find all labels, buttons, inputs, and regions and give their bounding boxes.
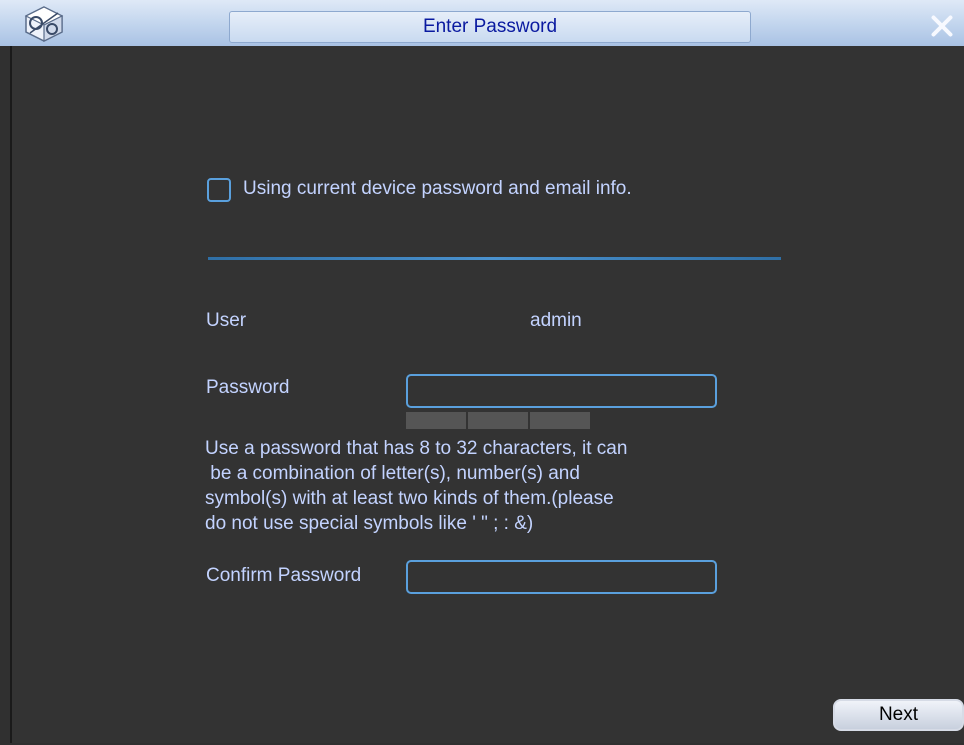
enter-password-window: Enter Password Using current device pass… <box>0 0 964 745</box>
password-help-text: Use a password that has 8 to 32 characte… <box>205 438 628 534</box>
use-current-password-checkbox[interactable] <box>207 178 231 202</box>
password-input[interactable] <box>406 374 717 408</box>
title-bar: Enter Password <box>0 0 964 46</box>
confirm-password-input[interactable] <box>406 560 717 594</box>
strength-bar-strong <box>530 412 590 429</box>
window-title: Enter Password <box>422 16 558 37</box>
section-divider <box>208 257 781 260</box>
password-label: Password <box>206 377 290 398</box>
user-value: admin <box>530 310 582 331</box>
next-button[interactable]: Next <box>833 699 964 731</box>
confirm-password-label: Confirm Password <box>206 565 362 586</box>
cube-logo-icon <box>24 6 64 42</box>
use-current-password-label: Using current device password and email … <box>243 178 632 199</box>
strength-bar-weak <box>406 412 466 429</box>
strength-bar-medium <box>468 412 528 429</box>
dialog-body: Using current device password and email … <box>10 46 964 743</box>
user-label: User <box>206 310 247 331</box>
close-icon[interactable] <box>926 10 958 42</box>
